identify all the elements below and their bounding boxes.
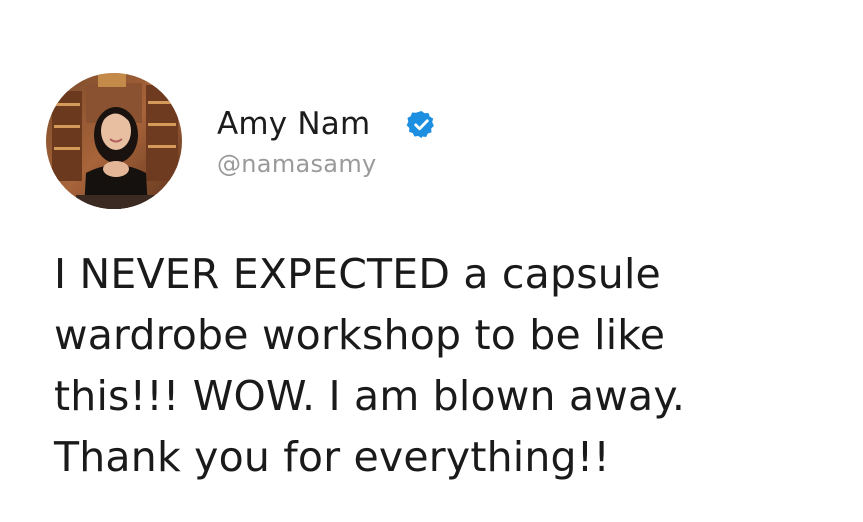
tweet-card: Amy Nam @namasamy I NEVER EXPECTED a cap… [0,0,863,522]
tweet-header: Amy Nam @namasamy [46,73,437,209]
avatar-image [46,73,182,209]
tweet-text-line: this!!! WOW. I am blown away. [54,372,686,420]
author-handle[interactable]: @namasamy [217,149,437,179]
tweet-text-line: I NEVER EXPECTED a capsule [54,250,661,298]
verified-badge-icon [406,109,437,140]
name-row: Amy Nam [217,105,437,143]
avatar[interactable] [46,73,182,209]
author-display-name[interactable]: Amy Nam [217,105,370,143]
tweet-text-line: wardrobe workshop to be like [54,311,666,359]
author-identity: Amy Nam @namasamy [217,105,437,179]
tweet-text: I NEVER EXPECTED a capsule wardrobe work… [54,244,834,488]
tweet-text-line: Thank you for everything!! [54,433,611,481]
